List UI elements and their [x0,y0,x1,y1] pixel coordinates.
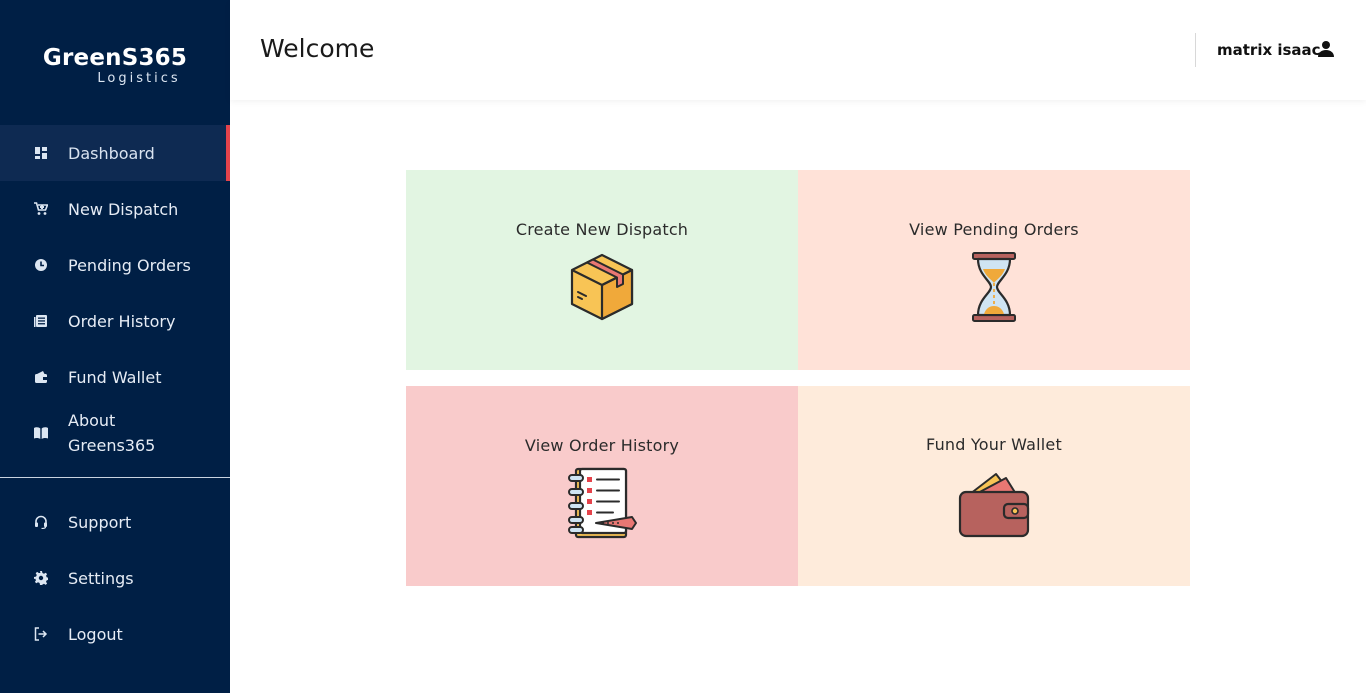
sidebar-item-settings[interactable]: Settings [0,550,230,606]
gear-icon [34,571,48,585]
logout-icon [34,627,48,641]
wallet-icon [34,370,48,384]
tile-create-new-dispatch[interactable]: Create New Dispatch [406,170,798,370]
book-icon [34,426,48,440]
sidebar-item-label: Settings [68,568,134,588]
hourglass-icon [972,252,1016,322]
tile-view-order-history[interactable]: View Order History [406,386,798,586]
cart-icon [34,202,48,216]
tile-label: Create New Dispatch [515,220,689,239]
sidebar-item-order-history[interactable]: Order History [0,293,230,349]
brand-name-part1: Green [42,45,122,71]
brand-tagline: Logistics [97,71,181,86]
headset-icon [34,515,48,529]
user-icon[interactable] [1317,40,1335,58]
tile-view-pending-orders[interactable]: View Pending Orders [798,170,1190,370]
sidebar-item-label: Order History [68,311,176,331]
tile-label: View Pending Orders [909,220,1079,239]
sidebar-item-fund-wallet[interactable]: Fund Wallet [0,349,230,405]
sidebar-item-logout[interactable]: Logout [0,606,230,662]
user-name[interactable]: matrix isaac [1217,41,1321,59]
sidebar-item-support[interactable]: Support [0,494,230,550]
list-icon [34,314,48,328]
sidebar-item-label: New Dispatch [68,199,179,219]
sidebar-item-pending-orders[interactable]: Pending Orders [0,237,230,293]
tile-label: Fund Your Wallet [926,435,1062,454]
tile-fund-your-wallet[interactable]: Fund Your Wallet [798,386,1190,586]
brand-name: GreenS365 [0,44,230,72]
tile-label: View Order History [524,436,680,455]
sidebar-item-label: Support [68,512,132,532]
header-divider [1195,33,1196,67]
wallet-cards-icon [958,473,1030,538]
sidebar-item-about[interactable]: About Greens365 [0,405,230,461]
clock-icon [34,258,48,272]
sidebar-item-dashboard[interactable]: Dashboard [0,125,230,181]
sidebar-item-label: Logout [68,624,123,644]
dashboard-icon [34,146,48,160]
sidebar-item-label: Fund Wallet [68,367,162,387]
notebook-list-icon [568,467,637,539]
sidebar-item-label: Dashboard [68,143,155,163]
top-bar: Welcome matrix isaac [230,0,1366,100]
sidebar: GreenS365 Logistics Dashboard New Dispat… [0,0,230,693]
sidebar-item-new-dispatch[interactable]: New Dispatch [0,181,230,237]
sidebar-item-label: Pending Orders [68,255,191,275]
package-box-icon [570,253,634,321]
brand-name-part2: S365 [121,45,188,71]
page-title: Welcome [260,34,375,63]
brand-logo[interactable]: GreenS365 Logistics [0,44,230,86]
sidebar-item-label: About Greens365 [68,411,156,455]
sidebar-divider [0,477,230,478]
